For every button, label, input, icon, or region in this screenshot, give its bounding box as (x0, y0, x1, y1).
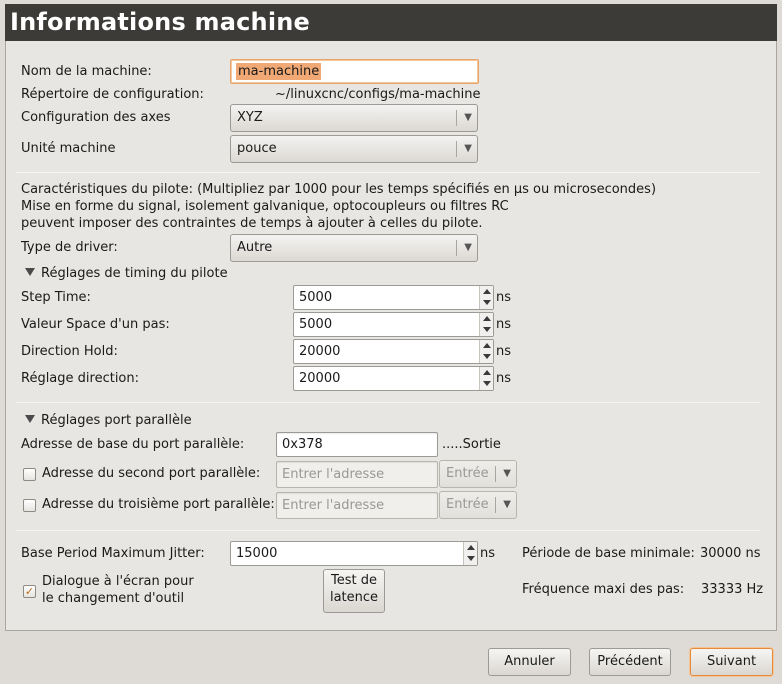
step-space-label: Valeur Space d'un pas: (21, 317, 170, 332)
base-period-value: 30000 ns (700, 546, 761, 561)
triangle-down-icon (25, 268, 35, 276)
axes-combo[interactable]: XYZ ▼ (230, 104, 478, 132)
chevron-down-icon: ▼ (503, 468, 511, 479)
step-space-value: 5000 (299, 317, 333, 332)
separator (16, 402, 760, 403)
timing-header: Réglages de timing du pilote (41, 266, 228, 281)
spin-buttons[interactable] (479, 367, 493, 390)
unit-label: ns (496, 290, 512, 305)
spin-buttons[interactable] (479, 313, 493, 336)
max-step-freq-value: 33333 Hz (701, 582, 764, 597)
page-title: Informations machine (5, 4, 777, 41)
parport-header: Réglages port parallèle (41, 413, 192, 428)
step-time-value: 5000 (299, 290, 333, 305)
triangle-down-icon (25, 415, 35, 423)
combo-separator (495, 466, 496, 482)
driver-info-line1: Caractéristiques du pilote: (Multipliez … (21, 182, 657, 197)
spin-up-icon[interactable] (483, 370, 491, 375)
spin-down-icon[interactable] (483, 381, 491, 386)
driver-type-combo[interactable]: Autre ▼ (230, 234, 478, 262)
separator (16, 172, 760, 173)
next-button[interactable]: Suivant (690, 648, 773, 676)
axes-value: XYZ (237, 110, 263, 125)
step-time-label: Step Time: (21, 290, 91, 305)
spin-up-icon[interactable] (483, 289, 491, 294)
timing-expander[interactable]: Réglages de timing du pilote (25, 266, 228, 281)
parport-second-mode[interactable]: Entrée ▼ (439, 460, 517, 488)
dir-setup-value: 20000 (299, 371, 341, 386)
cancel-button[interactable]: Annuler (488, 648, 571, 676)
combo-separator (495, 497, 496, 513)
parport-base-label: Adresse de base du port parallèle: (21, 437, 245, 452)
units-combo[interactable]: pouce ▼ (230, 135, 478, 163)
jitter-label: Base Period Maximum Jitter: (21, 546, 205, 561)
chevron-down-icon: ▼ (464, 112, 472, 123)
parport-third-input[interactable]: Entrer l'adresse (276, 492, 438, 519)
latency-test-button[interactable]: Test de latence (323, 569, 385, 613)
dir-setup-label: Réglage direction: (21, 371, 140, 386)
spin-buttons[interactable] (479, 286, 493, 309)
parport-expander[interactable]: Réglages port parallèle (25, 413, 192, 428)
driver-type-value: Autre (237, 240, 273, 255)
driver-type-label: Type de driver: (21, 240, 118, 255)
previous-button[interactable]: Précédent (589, 648, 671, 676)
chevron-down-icon: ▼ (503, 499, 511, 510)
spin-down-icon[interactable] (483, 354, 491, 359)
combo-separator (456, 240, 457, 256)
driver-info-line2: Mise en forme du signal, isolement galva… (21, 199, 509, 214)
parport-base-suffix: .....Sortie (442, 437, 501, 452)
dir-hold-value: 20000 (299, 344, 341, 359)
toolchange-label-line1: Dialogue à l'écran pour (42, 574, 194, 589)
spin-down-icon[interactable] (483, 300, 491, 305)
machine-name-input[interactable]: ma-machine (230, 59, 479, 84)
toolchange-checkbox[interactable]: ✓ (23, 585, 36, 598)
unit-label: ns (496, 317, 512, 332)
jitter-value: 15000 (236, 546, 278, 561)
jitter-unit: ns (480, 546, 496, 561)
base-period-label: Période de base minimale: (522, 546, 695, 561)
parport-second-label: Adresse du second port parallèle: (42, 466, 261, 481)
unit-label: ns (496, 371, 512, 386)
parport-second-input[interactable]: Entrer l'adresse (276, 461, 438, 488)
parport-third-mode-value: Entrée (446, 497, 489, 512)
combo-separator (456, 110, 457, 126)
spin-down-icon[interactable] (483, 327, 491, 332)
latency-test-line2: latence (329, 590, 379, 605)
separator (16, 530, 760, 531)
latency-test-line1: Test de (331, 573, 377, 588)
dir-hold-label: Direction Hold: (21, 344, 118, 359)
machine-name-value: ma-machine (236, 63, 322, 80)
parport-third-checkbox[interactable] (23, 499, 36, 512)
parport-second-mode-value: Entrée (446, 466, 489, 481)
check-icon: ✓ (24, 585, 35, 598)
parport-second-checkbox[interactable] (23, 468, 36, 481)
jitter-spin[interactable]: 15000 (230, 541, 478, 566)
spin-down-icon[interactable] (467, 556, 475, 561)
chevron-down-icon: ▼ (464, 242, 472, 253)
config-dir-label: Répertoire de configuration: (21, 87, 204, 102)
toolchange-label-line2: le changement d'outil (42, 591, 185, 606)
axes-label: Configuration des axes (21, 110, 171, 125)
step-time-spin[interactable]: 5000 (293, 285, 494, 310)
machine-name-label: Nom de la machine: (21, 64, 152, 79)
config-dir-value: ~/linuxcnc/configs/ma-machine (275, 87, 481, 102)
max-step-freq-label: Fréquence maxi des pas: (522, 582, 685, 597)
chevron-down-icon: ▼ (464, 143, 472, 154)
parport-third-mode[interactable]: Entrée ▼ (439, 491, 517, 519)
driver-info-line3: peuvent imposer des contraintes de temps… (21, 216, 483, 231)
units-value: pouce (237, 141, 277, 156)
unit-label: ns (496, 344, 512, 359)
combo-separator (456, 141, 457, 157)
spin-buttons[interactable] (479, 340, 493, 363)
parport-base-input[interactable]: 0x378 (276, 432, 438, 457)
dir-setup-spin[interactable]: 20000 (293, 366, 494, 391)
spin-up-icon[interactable] (483, 343, 491, 348)
dir-hold-spin[interactable]: 20000 (293, 339, 494, 364)
units-label: Unité machine (21, 141, 116, 156)
spin-up-icon[interactable] (483, 316, 491, 321)
step-space-spin[interactable]: 5000 (293, 312, 494, 337)
spin-up-icon[interactable] (467, 545, 475, 550)
parport-third-label: Adresse du troisième port parallèle: (42, 497, 275, 512)
spin-buttons[interactable] (463, 542, 477, 565)
